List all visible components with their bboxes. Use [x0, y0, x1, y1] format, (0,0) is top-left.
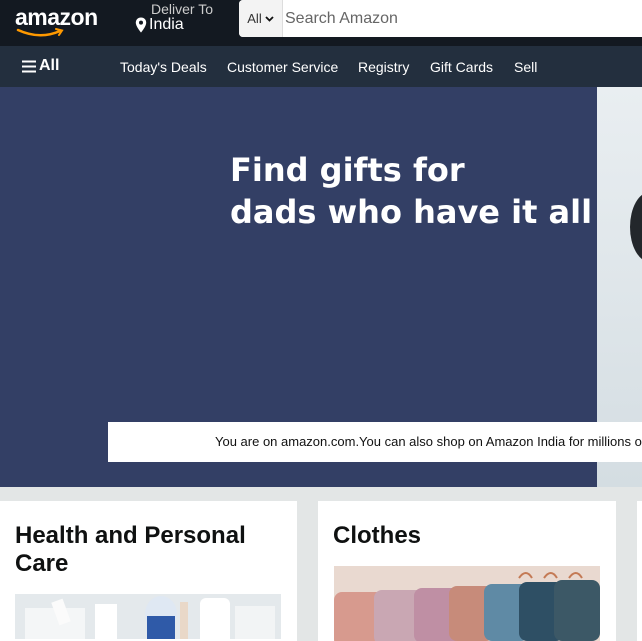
card-title: Clothes — [333, 522, 422, 549]
nav-customer-service[interactable]: Customer Service — [227, 59, 338, 75]
locale-notice-text: You are on amazon.com.You can also shop … — [215, 434, 642, 449]
category-card-partial[interactable] — [637, 501, 642, 641]
health-products-image — [15, 594, 281, 639]
deliver-to-label: Deliver To — [151, 1, 213, 17]
deliver-location: India — [135, 16, 184, 34]
nav-registry[interactable]: Registry — [358, 59, 409, 75]
search-bar: All — [239, 0, 642, 37]
hero-banner[interactable]: Find gifts for dads who have it all You … — [0, 87, 642, 487]
search-category-value: All — [247, 11, 262, 26]
category-card-clothes[interactable]: Clothes — [318, 501, 616, 641]
clothes-rack-image — [334, 566, 600, 641]
nav-todays-deals[interactable]: Today's Deals — [120, 59, 207, 75]
nav-sell[interactable]: Sell — [514, 59, 537, 75]
chevron-down-icon — [265, 15, 274, 22]
hamburger-menu-icon — [22, 60, 36, 72]
category-card-health[interactable]: Health and Personal Care — [0, 501, 297, 641]
amazon-logo[interactable]: amazon — [15, 4, 98, 31]
nav-gift-cards[interactable]: Gift Cards — [430, 59, 493, 75]
all-menu-label: All — [39, 57, 60, 74]
locale-notice: You are on amazon.com.You can also shop … — [108, 422, 642, 462]
card-title: Health and Personal Care — [15, 522, 246, 577]
search-input[interactable] — [283, 0, 635, 37]
hero-title-line1: Find gifts for — [230, 151, 465, 189]
deliver-location-text: India — [149, 16, 184, 33]
hero-title: Find gifts for dads who have it all — [230, 149, 610, 233]
all-menu-button[interactable]: All — [22, 57, 59, 75]
location-pin-icon — [135, 17, 147, 33]
nav-bar: All Today's Deals Customer Service Regis… — [0, 46, 642, 87]
hero-title-line2: dads who have it all — [230, 193, 593, 231]
amazon-smile-icon — [16, 28, 64, 37]
card-image-health[interactable] — [15, 594, 281, 639]
search-category-select[interactable]: All — [239, 0, 283, 37]
card-image-clothes[interactable] — [334, 566, 600, 641]
top-header: amazon Deliver To India All — [0, 0, 642, 46]
